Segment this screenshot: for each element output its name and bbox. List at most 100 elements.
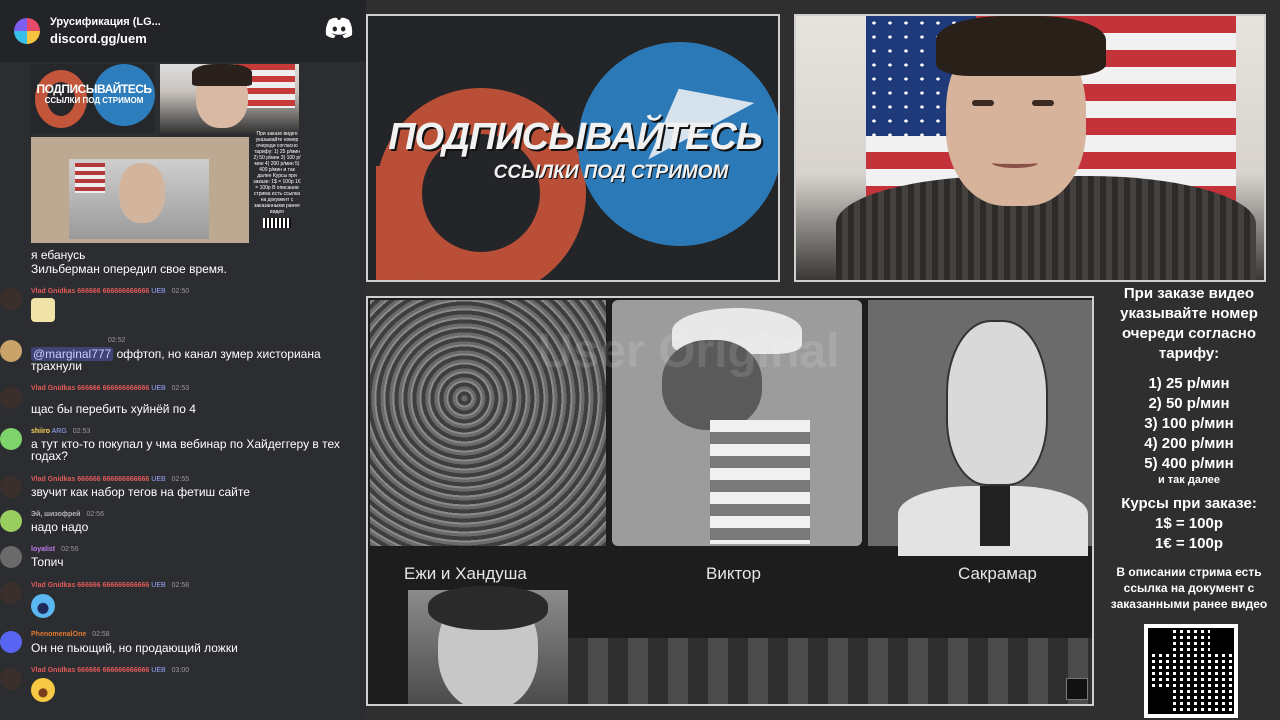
timestamp: 02:53: [171, 385, 190, 392]
hair-shape: [192, 64, 252, 86]
username[interactable]: Vlad Gnidkas 666666 666666666666: [31, 288, 149, 295]
user-avatar[interactable]: [0, 340, 22, 362]
user-avatar[interactable]: [0, 288, 22, 310]
timestamp: 02:58: [92, 631, 110, 638]
video-caption: Ежи и Хандуша: [404, 564, 527, 583]
chat-image-promo-title: ПОДПИСЫВАЙТЕСЬ: [36, 82, 153, 96]
rate-item: 3) 100 р/мин: [1144, 415, 1234, 432]
message-meta: Vlad Gnidkas 666666 666666666666 UEB 03:…: [31, 667, 189, 674]
username[interactable]: PhenomenalOne: [31, 631, 86, 638]
message-text: @marginal777 оффтоп, но канал зумер хист…: [31, 347, 321, 373]
timestamp: 02:53: [72, 428, 91, 435]
message-text: Он не пьющий, но продающий ложки: [31, 641, 238, 655]
chat-image-screenshot[interactable]: [31, 137, 249, 243]
qr-code-icon: [263, 218, 291, 228]
message-meta: Vlad Gnidkas 666666 666666666666 UEB 02:…: [31, 476, 189, 483]
user-badge: UEB: [151, 476, 166, 483]
username[interactable]: shiiro: [31, 428, 50, 435]
server-name: Урусификация (LG...: [50, 16, 161, 28]
message-text: а тут кто-то покупал у чма вебинар по Ха…: [31, 437, 340, 463]
chat-image-promo[interactable]: ПОДПИСЫВАЙТЕСЬ ССЫЛКИ ПОД СТРИМОМ: [31, 64, 155, 133]
discord-avatar-icon[interactable]: [0, 631, 22, 653]
flag-shape: [75, 163, 105, 193]
timestamp: 02:56: [86, 511, 104, 518]
user-avatar[interactable]: [0, 668, 22, 690]
pricing-info: При заказе видео указывайте номер очеред…: [1098, 284, 1280, 612]
video-player[interactable]: User Original Ежи и Хандуша Виктор Сакра…: [366, 296, 1094, 706]
qr-code-pattern: [1148, 628, 1234, 714]
qr-code-icon[interactable]: [1144, 624, 1238, 718]
user-badge: UEB: [151, 385, 166, 392]
timestamp: 03:00: [171, 667, 190, 674]
collar-shape: [980, 486, 1010, 546]
cup-emoji-icon: [31, 298, 55, 322]
user-avatar[interactable]: [0, 428, 22, 450]
username[interactable]: Vlad Gnidkas 666666 666666666666: [31, 582, 149, 589]
price-card-text: При заказе видео указывайте номер очеред…: [253, 131, 301, 215]
username[interactable]: Vlad Gnidkas 666666 666666666666: [31, 385, 149, 392]
discord-widget[interactable]: Урусификация (LG... discord.gg/uem: [0, 0, 366, 62]
rate-item: 1) 25 р/мин: [1148, 375, 1230, 392]
chat-line: Зильберман опередил свое время.: [31, 262, 227, 276]
message-meta: loyalist 02:56: [31, 546, 79, 553]
username[interactable]: Vlad Gnidkas 666666 666666666666: [31, 476, 149, 483]
course-item: 1$ = 100р: [1155, 515, 1223, 532]
username[interactable]: Эй, шизофрей: [31, 511, 81, 518]
timestamp: 02:55: [171, 476, 190, 483]
stream-layout: Урусификация (LG... discord.gg/uem ПОДПИ…: [0, 0, 1280, 720]
user-badge: UEB: [151, 288, 166, 295]
smile-shape: [992, 158, 1038, 168]
description-note: В описании стрима есть ссылка на докумен…: [1110, 565, 1268, 611]
user-avatar[interactable]: [0, 476, 22, 498]
message-meta: Vlad Gnidkas 666666 666666666666 UEB 02:…: [31, 385, 189, 392]
message-meta: 02:52: [104, 337, 126, 344]
rate-more: и так далее: [1157, 474, 1221, 486]
courses-heading: Курсы при заказе:: [1121, 495, 1257, 512]
video-caption: Виктор: [706, 564, 761, 583]
user-avatar[interactable]: [0, 582, 22, 604]
face-shape: [119, 163, 165, 223]
course-item: 1€ = 100р: [1155, 535, 1223, 552]
message-meta: Эй, шизофрей 02:56: [31, 511, 104, 518]
timestamp: 02:50: [171, 288, 190, 295]
message-text: щас бы перебить хуйнёй по 4: [31, 402, 196, 416]
message-meta: PhenomenalOne 02:58: [31, 631, 110, 638]
discord-logo-icon: [325, 17, 353, 38]
shocked-emoji-icon: [31, 594, 55, 618]
eye-shape: [1032, 100, 1054, 106]
message-text: Топич: [31, 555, 64, 569]
username[interactable]: Vlad Gnidkas 666666 666666666666: [31, 667, 149, 674]
timestamp: 02:58: [171, 582, 190, 589]
username[interactable]: loyalist: [31, 546, 55, 553]
rate-item: 4) 200 р/мин: [1144, 435, 1234, 452]
user-badge: UEB: [151, 667, 166, 674]
server-icon: [14, 18, 40, 44]
user-avatar[interactable]: [0, 387, 22, 409]
message-meta: Vlad Gnidkas 666666 666666666666 UEB 02:…: [31, 288, 189, 295]
timestamp: 02:52: [108, 337, 126, 344]
timestamp: 02:56: [61, 546, 79, 553]
promo-subtitle: ССЫЛКИ ПОД СТРИМОМ: [493, 162, 729, 183]
promo-title: ПОДПИСЫВАЙТЕСЬ: [388, 116, 763, 158]
video-tile-sakramar: [868, 300, 1092, 556]
hair-shape: [428, 586, 548, 630]
server-invite-link[interactable]: discord.gg/uem: [50, 31, 161, 46]
webcam-inset: [408, 586, 568, 704]
channel-logo-icon: [1066, 678, 1088, 700]
user-avatar[interactable]: [0, 546, 22, 568]
chat-image-webcam[interactable]: [160, 64, 299, 133]
chat-panel: Урусификация (LG... discord.gg/uem ПОДПИ…: [0, 0, 366, 720]
face-shape: [946, 320, 1048, 486]
user-badge: ARG: [51, 428, 67, 435]
crowd-background: [568, 638, 1092, 704]
rate-item: 2) 50 р/мин: [1148, 395, 1230, 412]
chat-image-price-card[interactable]: При заказе видео указывайте номер очеред…: [252, 131, 302, 243]
rate-item: 5) 400 р/мин: [1144, 455, 1234, 472]
patreon-logo-stem: [376, 166, 422, 280]
server-info: Урусификация (LG... discord.gg/uem: [50, 16, 161, 46]
chat-image-promo-subtitle: ССЫЛКИ ПОД СТРИМОМ: [44, 96, 144, 105]
video-caption: Сакрамар: [958, 564, 1037, 583]
message-text: надо надо: [31, 520, 89, 534]
user-avatar[interactable]: [0, 510, 22, 532]
video-watermark: User Original: [538, 325, 840, 378]
